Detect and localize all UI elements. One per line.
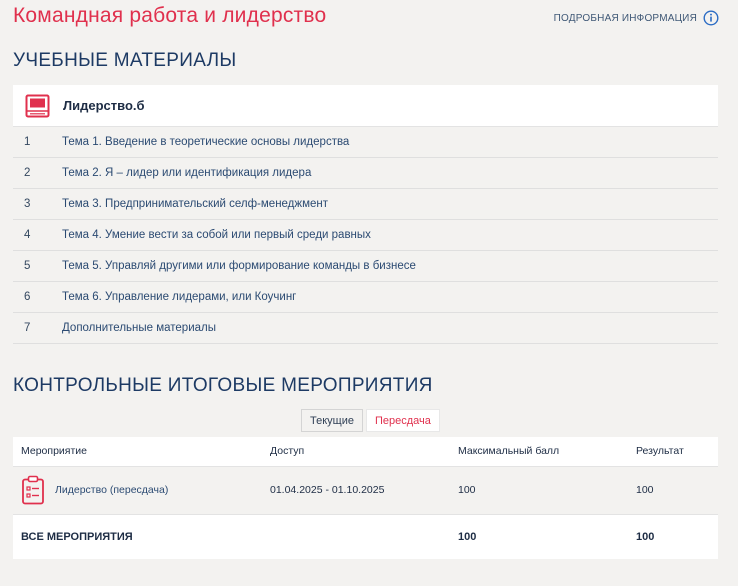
topic-link[interactable]: Тема 3. Предпринимательский селф-менеджм… [62,198,328,210]
clipboard-icon [22,475,44,505]
total-row: ВСЕ МЕРОПРИЯТИЯ 100 100 [13,514,718,559]
event-max-score: 100 [450,466,628,515]
table-row: Лидерство (пересдача) 01.04.2025 - 01.10… [13,466,718,515]
topic-row[interactable]: 7 Дополнительные материалы [13,313,718,344]
events-table: Мероприятие Доступ Максимальный балл Рез… [13,437,718,559]
event-result: 100 [628,466,718,515]
total-label: ВСЕ МЕРОПРИЯТИЯ [13,514,262,559]
materials-section-title: УЧЕБНЫЕ МАТЕРИАЛЫ [13,50,237,71]
page-title: Командная работа и лидерство [13,4,327,27]
topic-link[interactable]: Тема 6. Управление лидерами, или Коучинг [62,291,296,303]
column-header-max: Максимальный балл [450,437,628,467]
tab-current[interactable]: Текущие [301,409,363,432]
topic-link[interactable]: Тема 4. Умение вести за собой или первый… [62,229,371,241]
topic-row[interactable]: 5 Тема 5. Управляй другими или формирова… [13,251,718,282]
topic-number: 7 [24,322,31,334]
course-header[interactable]: Лидерство.б [13,85,718,127]
topic-row[interactable]: 4 Тема 4. Умение вести за собой или перв… [13,220,718,251]
topic-number: 3 [24,198,31,210]
topic-link[interactable]: Дополнительные материалы [62,322,216,334]
topic-list: 1 Тема 1. Введение в теоретические основ… [13,127,718,344]
total-max-score: 100 [450,514,628,559]
topic-number: 1 [24,136,31,148]
event-name-link[interactable]: Лидерство (пересдача) [21,475,262,505]
info-link[interactable]: ПОДРОБНАЯ ИНФОРМАЦИЯ [554,10,719,26]
topic-link[interactable]: Тема 1. Введение в теоретические основы … [62,136,349,148]
tab-retake[interactable]: Пересдача [365,409,440,432]
events-section-title: КОНТРОЛЬНЫЕ ИТОГОВЫЕ МЕРОПРИЯТИЯ [13,375,433,396]
topic-number: 2 [24,167,31,179]
column-header-access: Доступ [262,437,450,467]
topic-number: 6 [24,291,31,303]
info-link-label: ПОДРОБНАЯ ИНФОРМАЦИЯ [553,12,697,24]
topic-number: 5 [24,260,31,272]
topic-row[interactable]: 1 Тема 1. Введение в теоретические основ… [13,127,718,158]
course-title: Лидерство.б [63,98,145,113]
event-access: 01.04.2025 - 01.10.2025 [262,466,450,515]
info-circle-icon [703,10,719,26]
column-header-event: Мероприятие [13,437,262,467]
total-result: 100 [628,514,718,559]
events-tabs: Текущие Пересдача [301,409,440,432]
topic-link[interactable]: Тема 5. Управляй другими или формировани… [62,260,416,272]
topic-link[interactable]: Тема 2. Я – лидер или идентификация лиде… [62,167,311,179]
events-header-row: Мероприятие Доступ Максимальный балл Рез… [13,437,718,467]
topic-row[interactable]: 6 Тема 6. Управление лидерами, или Коучи… [13,282,718,313]
event-name: Лидерство (пересдача) [55,484,169,496]
book-icon [25,94,50,117]
materials-card: Лидерство.б 1 Тема 1. Введение в теорети… [13,85,718,344]
topic-number: 4 [24,229,31,241]
column-header-result: Результат [628,437,718,467]
topic-row[interactable]: 3 Тема 3. Предпринимательский селф-менед… [13,189,718,220]
topic-row[interactable]: 2 Тема 2. Я – лидер или идентификация ли… [13,158,718,189]
